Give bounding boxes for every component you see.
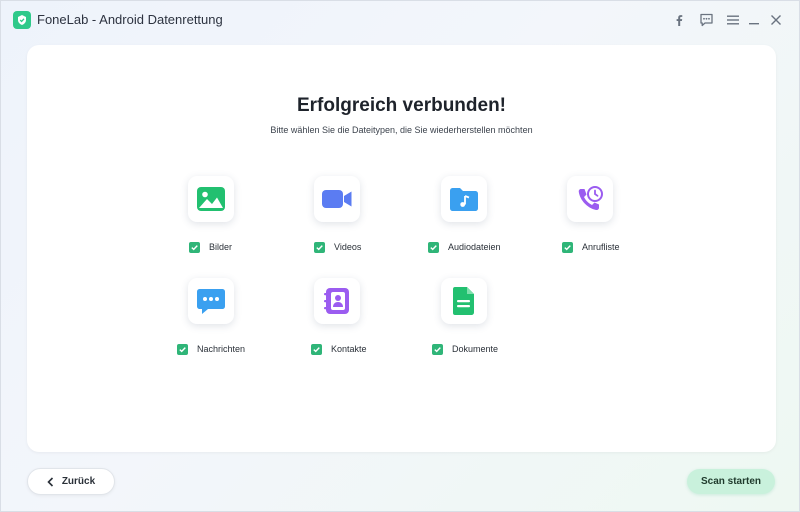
app-window: FoneLab - Android Datenrettung Erfolgrei… xyxy=(0,0,800,512)
checkbox-bilder[interactable]: Bilder xyxy=(189,240,232,254)
image-icon xyxy=(197,187,225,211)
checkbox-nachrichten[interactable]: Nachrichten xyxy=(177,342,245,356)
checkbox-checked-icon xyxy=(189,241,200,253)
checkbox-checked-icon xyxy=(428,241,439,253)
tile-kontakte[interactable] xyxy=(314,278,360,324)
checkbox-dokumente[interactable]: Dokumente xyxy=(432,342,498,356)
checkbox-anrufliste[interactable]: Anrufliste xyxy=(562,240,620,254)
close-icon[interactable] xyxy=(766,10,786,30)
option-label: Dokumente xyxy=(452,344,499,354)
menu-icon[interactable] xyxy=(723,10,743,30)
checkbox-checked-icon xyxy=(177,343,188,355)
page-title: Erfolgreich verbunden! xyxy=(296,95,507,116)
option-label: Bilder xyxy=(209,242,233,252)
tile-anrufliste[interactable] xyxy=(567,176,613,222)
feedback-icon[interactable] xyxy=(696,10,716,30)
document-icon xyxy=(453,287,474,315)
minimize-icon[interactable] xyxy=(744,10,764,30)
contacts-icon xyxy=(324,288,349,314)
chevron-left-icon xyxy=(47,476,54,487)
option-label: Videos xyxy=(334,242,362,252)
tile-bilder[interactable] xyxy=(188,176,234,222)
start-scan-button[interactable]: Scan starten xyxy=(687,469,775,494)
option-label: Kontakte xyxy=(331,344,367,354)
audio-folder-icon xyxy=(450,188,478,211)
checkbox-videos[interactable]: Videos xyxy=(314,240,361,254)
checkbox-checked-icon xyxy=(432,343,443,355)
checkbox-checked-icon xyxy=(311,343,322,355)
title-bar: FoneLab - Android Datenrettung xyxy=(1,1,799,39)
back-button-label: Zurück xyxy=(61,476,96,487)
checkbox-checked-icon xyxy=(314,241,325,253)
tile-dokumente[interactable] xyxy=(441,278,487,324)
window-title: FoneLab - Android Datenrettung xyxy=(37,12,223,27)
app-logo-icon xyxy=(13,11,31,29)
checkbox-audiodateien[interactable]: Audiodateien xyxy=(428,240,501,254)
call-history-icon xyxy=(578,186,603,211)
tile-nachrichten[interactable] xyxy=(188,278,234,324)
back-button[interactable]: Zurück xyxy=(27,468,115,495)
option-label: Anrufliste xyxy=(582,242,620,252)
video-camera-icon xyxy=(322,190,352,208)
option-label: Nachrichten xyxy=(197,344,246,354)
facebook-icon[interactable] xyxy=(669,10,689,30)
start-scan-button-label: Scan starten xyxy=(700,476,762,487)
tile-videos[interactable] xyxy=(314,176,360,222)
checkbox-checked-icon xyxy=(562,241,573,253)
page-subtitle: Bitte wählen Sie die Dateitypen, die Sie… xyxy=(270,125,533,135)
message-icon xyxy=(197,289,225,314)
checkbox-kontakte[interactable]: Kontakte xyxy=(311,342,367,356)
tile-audiodateien[interactable] xyxy=(441,176,487,222)
option-label: Audiodateien xyxy=(448,242,501,252)
file-type-panel: Erfolgreich verbunden! Bitte wählen Sie … xyxy=(27,45,776,452)
